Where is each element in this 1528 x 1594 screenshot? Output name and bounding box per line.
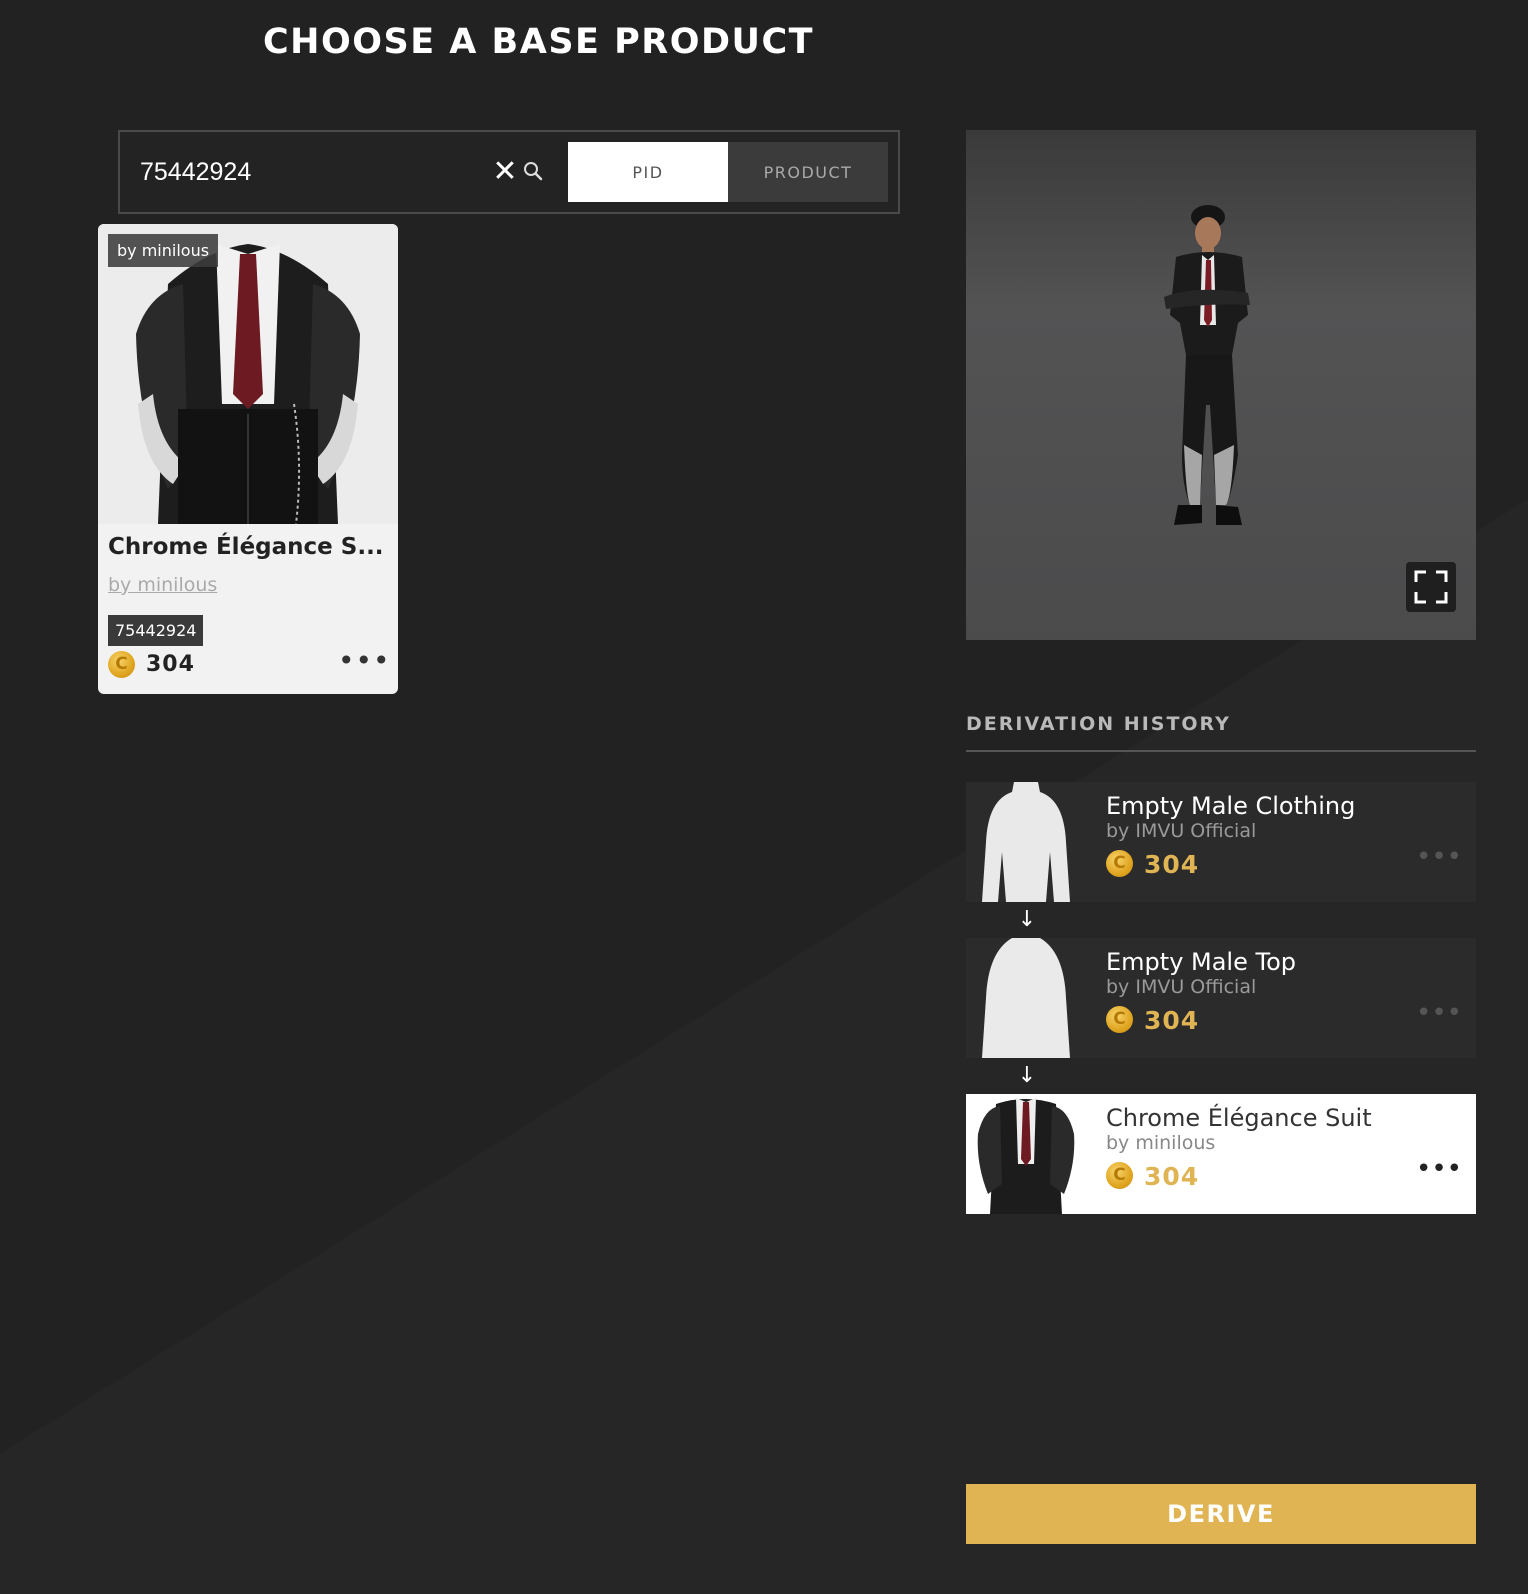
- more-options-button[interactable]: •••: [1416, 998, 1462, 1028]
- tab-product[interactable]: PRODUCT: [728, 142, 888, 202]
- derivation-history-heading: DERIVATION HISTORY: [966, 713, 1231, 735]
- more-options-button[interactable]: •••: [338, 644, 390, 677]
- mannequin-thumbnail: [966, 938, 1086, 1058]
- search-input[interactable]: [140, 152, 470, 192]
- page-title: CHOOSE A BASE PRODUCT: [263, 22, 815, 62]
- history-item-creator: by IMVU Official: [1106, 820, 1257, 842]
- tab-pid[interactable]: PID: [568, 142, 728, 202]
- product-card[interactable]: by minilous Chrome Élégance S... by mini…: [98, 224, 398, 694]
- history-item[interactable]: Empty Male Top by IMVU Official C 304 ••…: [966, 938, 1476, 1058]
- search-icon[interactable]: [522, 160, 544, 182]
- product-image: [98, 224, 398, 524]
- arrow-down-icon: ↓: [1017, 907, 1037, 932]
- history-item-price: 304: [1144, 850, 1200, 879]
- history-item-price: 304: [1144, 1006, 1200, 1035]
- history-item-selected[interactable]: Chrome Élégance Suit by minilous C 304 •…: [966, 1094, 1476, 1214]
- history-item-price: 304: [1144, 1162, 1200, 1191]
- suit-thumbnail: [966, 1094, 1086, 1214]
- creator-link[interactable]: by minilous: [108, 574, 217, 596]
- more-options-button[interactable]: •••: [1416, 842, 1462, 872]
- product-preview: [966, 130, 1476, 640]
- history-item-creator: by minilous: [1106, 1132, 1216, 1154]
- close-icon[interactable]: ✕: [490, 157, 520, 187]
- divider: [966, 750, 1476, 752]
- creator-badge: by minilous: [108, 234, 219, 267]
- fullscreen-icon[interactable]: [1406, 562, 1456, 612]
- more-options-button[interactable]: •••: [1416, 1154, 1462, 1184]
- history-item-name: Empty Male Clothing: [1106, 792, 1356, 820]
- search-bar: ✕ PID PRODUCT: [118, 130, 900, 214]
- product-price: 304: [146, 652, 195, 677]
- pid-badge: 75442924: [108, 615, 204, 646]
- avatar-figure: [1164, 205, 1250, 525]
- credits-coin-icon: C: [1106, 1006, 1133, 1033]
- arrow-down-icon: ↓: [1017, 1063, 1037, 1088]
- history-item-name: Empty Male Top: [1106, 948, 1296, 976]
- history-item[interactable]: Empty Male Clothing by IMVU Official C 3…: [966, 782, 1476, 902]
- history-item-creator: by IMVU Official: [1106, 976, 1257, 998]
- credits-coin-icon: C: [1106, 850, 1133, 877]
- mannequin-thumbnail: [966, 782, 1086, 902]
- product-name: Chrome Élégance S...: [108, 534, 384, 560]
- credits-coin-icon: C: [1106, 1162, 1133, 1189]
- history-item-name: Chrome Élégance Suit: [1106, 1104, 1372, 1132]
- derive-button[interactable]: DERIVE: [966, 1484, 1476, 1544]
- credits-coin-icon: C: [108, 651, 135, 678]
